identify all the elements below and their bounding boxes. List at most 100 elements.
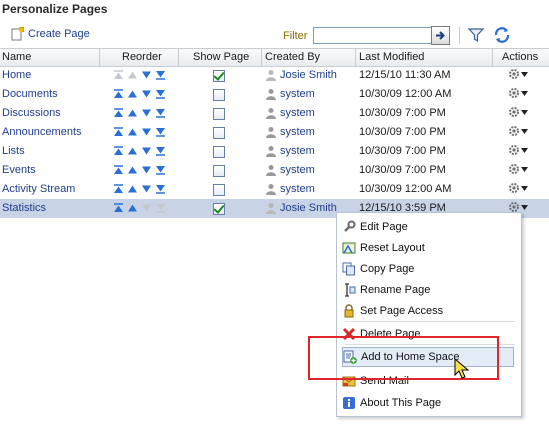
move-down-icon[interactable] bbox=[141, 184, 152, 197]
last-modified: 10/30/09 7:00 PM bbox=[359, 164, 446, 176]
page-name-link[interactable]: Events bbox=[2, 164, 36, 176]
gear-icon bbox=[509, 107, 519, 117]
row-actions-button[interactable] bbox=[508, 106, 528, 118]
move-to-bottom-icon[interactable] bbox=[155, 184, 166, 197]
move-to-bottom-icon[interactable] bbox=[155, 146, 166, 159]
move-up-icon[interactable] bbox=[127, 108, 138, 121]
show-page-checkbox[interactable] bbox=[213, 184, 225, 196]
move-to-top-icon[interactable] bbox=[113, 70, 124, 83]
column-header-show-page[interactable]: Show Page bbox=[193, 51, 249, 63]
move-down-icon[interactable] bbox=[141, 127, 152, 140]
move-to-top-icon[interactable] bbox=[113, 203, 124, 216]
refresh-icon[interactable] bbox=[493, 26, 511, 44]
user-icon bbox=[266, 70, 276, 81]
table-row[interactable]: Announcements system 10/30/09 7:00 PM bbox=[0, 123, 549, 142]
move-up-icon[interactable] bbox=[127, 89, 138, 102]
created-by-name[interactable]: system bbox=[280, 88, 315, 100]
menu-item-rename-page[interactable]: Rename Page bbox=[342, 280, 514, 300]
created-by-name[interactable]: Josie Smith bbox=[280, 202, 337, 214]
chevron-down-icon bbox=[521, 185, 528, 191]
page-name-link[interactable]: Home bbox=[2, 69, 31, 81]
show-page-checkbox[interactable] bbox=[213, 127, 225, 139]
copy-icon bbox=[342, 262, 356, 276]
move-up-icon[interactable] bbox=[127, 165, 138, 178]
created-by: system bbox=[265, 183, 315, 195]
move-to-top-icon[interactable] bbox=[113, 108, 124, 121]
created-by-name[interactable]: system bbox=[280, 183, 315, 195]
move-to-bottom-icon[interactable] bbox=[155, 108, 166, 121]
column-header-last-modified[interactable]: Last Modified bbox=[359, 51, 424, 63]
move-down-icon[interactable] bbox=[141, 203, 152, 216]
menu-item-set-page-access[interactable]: Set Page Access bbox=[342, 301, 514, 321]
move-down-icon[interactable] bbox=[141, 108, 152, 121]
show-page-checkbox[interactable] bbox=[213, 146, 225, 158]
move-down-icon[interactable] bbox=[141, 165, 152, 178]
page-name-link[interactable]: Lists bbox=[2, 145, 25, 157]
move-up-icon[interactable] bbox=[127, 146, 138, 159]
page-name-link[interactable]: Activity Stream bbox=[2, 183, 75, 195]
move-up-icon[interactable] bbox=[127, 70, 138, 83]
menu-item-reset-layout[interactable]: Reset Layout bbox=[342, 238, 514, 258]
created-by-name[interactable]: system bbox=[280, 107, 315, 119]
page-name-link[interactable]: Documents bbox=[2, 88, 58, 100]
gear-icon bbox=[509, 164, 519, 174]
move-down-icon[interactable] bbox=[141, 89, 152, 102]
move-to-top-icon[interactable] bbox=[113, 89, 124, 102]
row-actions-button[interactable] bbox=[508, 182, 528, 194]
reorder-controls bbox=[113, 127, 166, 140]
move-to-top-icon[interactable] bbox=[113, 165, 124, 178]
move-to-bottom-icon[interactable] bbox=[155, 70, 166, 83]
move-to-bottom-icon[interactable] bbox=[155, 165, 166, 178]
created-by-name[interactable]: system bbox=[280, 145, 315, 157]
page-name-link[interactable]: Statistics bbox=[2, 202, 46, 214]
show-page-checkbox[interactable] bbox=[213, 165, 225, 177]
menu-item-edit-page[interactable]: Edit Page bbox=[342, 217, 514, 237]
row-actions-button[interactable] bbox=[508, 87, 528, 99]
menu-item-about-this-page[interactable]: About This Page bbox=[342, 393, 514, 413]
move-to-top-icon[interactable] bbox=[113, 146, 124, 159]
reorder-controls bbox=[113, 184, 166, 197]
row-actions-button[interactable] bbox=[508, 125, 528, 137]
move-up-icon[interactable] bbox=[127, 184, 138, 197]
table-row[interactable]: Lists system 10/30/09 7:00 PM bbox=[0, 142, 549, 161]
show-page-checkbox[interactable] bbox=[213, 70, 225, 82]
row-actions-button[interactable] bbox=[508, 68, 528, 80]
move-down-icon[interactable] bbox=[141, 70, 152, 83]
row-actions-button[interactable] bbox=[508, 144, 528, 156]
create-page-button[interactable]: Create Page bbox=[10, 27, 90, 41]
move-to-top-icon[interactable] bbox=[113, 184, 124, 197]
move-up-icon[interactable] bbox=[127, 127, 138, 140]
menu-item-label: About This Page bbox=[360, 397, 442, 409]
row-actions-button[interactable] bbox=[508, 163, 528, 175]
created-by-name[interactable]: system bbox=[280, 126, 315, 138]
table-row[interactable]: Home Josie Smith 12/15/10 11:30 AM bbox=[0, 66, 549, 85]
user-icon bbox=[266, 184, 276, 195]
move-to-top-icon[interactable] bbox=[113, 127, 124, 140]
move-up-icon[interactable] bbox=[127, 203, 138, 216]
show-page-checkbox[interactable] bbox=[213, 89, 225, 101]
show-page-checkbox[interactable] bbox=[213, 108, 225, 120]
page-name-link[interactable]: Discussions bbox=[2, 107, 61, 119]
actions-context-menu: Edit Page Reset Layout Copy Page Rename Pag… bbox=[336, 212, 522, 417]
chevron-down-icon bbox=[521, 128, 528, 134]
column-header-created-by[interactable]: Created By bbox=[265, 51, 320, 63]
table-row[interactable]: Documents system 10/30/09 12:00 AM bbox=[0, 85, 549, 104]
filter-input[interactable] bbox=[313, 27, 432, 44]
menu-item-copy-page[interactable]: Copy Page bbox=[342, 259, 514, 279]
move-to-bottom-icon[interactable] bbox=[155, 127, 166, 140]
created-by: system bbox=[265, 164, 315, 176]
move-to-bottom-icon[interactable] bbox=[155, 203, 166, 216]
table-row[interactable]: Events system 10/30/09 7:00 PM bbox=[0, 161, 549, 180]
created-by-name[interactable]: Josie Smith bbox=[280, 69, 337, 81]
page-name-link[interactable]: Announcements bbox=[2, 126, 82, 138]
last-modified: 12/15/10 11:30 AM bbox=[359, 69, 451, 81]
move-down-icon[interactable] bbox=[141, 146, 152, 159]
table-row[interactable]: Activity Stream system 10/30/09 12:00 AM bbox=[0, 180, 549, 199]
table-row[interactable]: Discussions system 10/30/09 7:00 PM bbox=[0, 104, 549, 123]
move-to-bottom-icon[interactable] bbox=[155, 89, 166, 102]
column-header-name[interactable]: Name bbox=[2, 51, 31, 63]
created-by-name[interactable]: system bbox=[280, 164, 315, 176]
filter-go-button[interactable] bbox=[431, 26, 450, 45]
show-page-checkbox[interactable] bbox=[213, 203, 225, 215]
funnel-filter-icon[interactable] bbox=[468, 27, 484, 43]
